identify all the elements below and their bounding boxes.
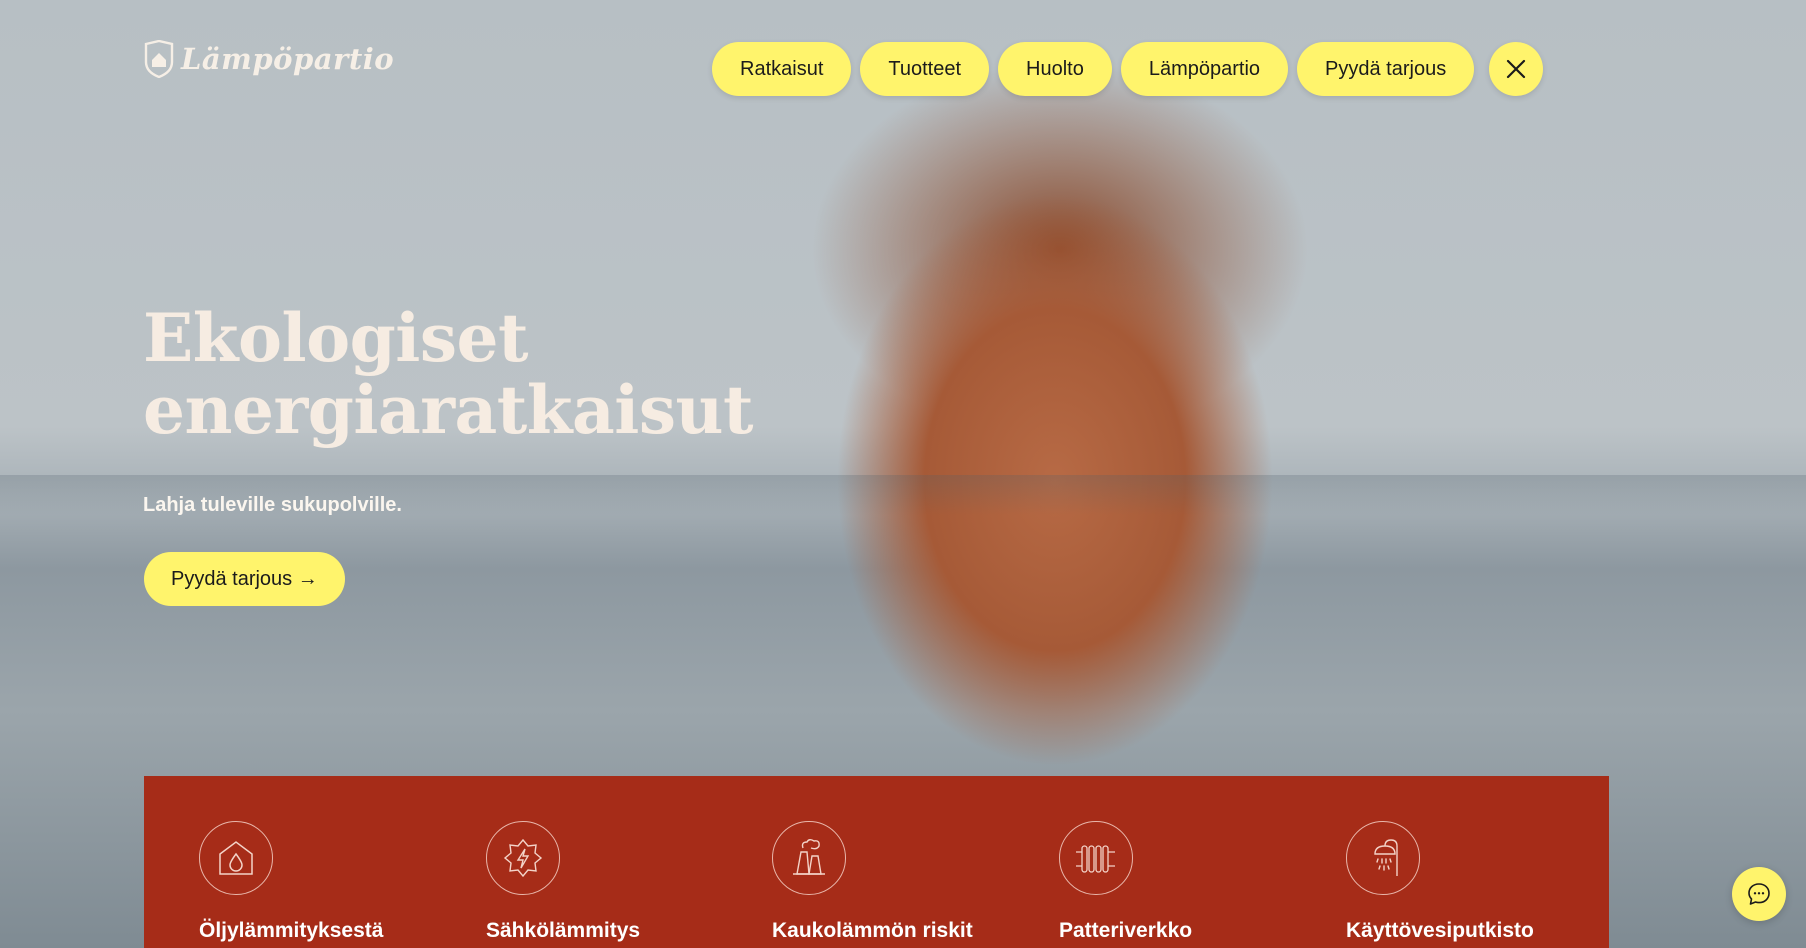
service-district-heating[interactable]: Kaukolämmön riskit (772, 821, 973, 943)
nav-item-tuotteet[interactable]: Tuotteet (860, 42, 990, 96)
service-oil-heating[interactable]: Öljylämmityksestä (199, 821, 383, 943)
service-label: Öljylämmityksestä (199, 919, 384, 942)
brand-name: Lämpöpartio (181, 42, 395, 76)
services-panel: Öljylämmityksestä Sähkölämmitys Kaukoläm… (144, 776, 1609, 948)
service-label: Sähkölämmitys (486, 919, 641, 942)
service-label: Käyttövesiputkisto (1346, 919, 1534, 942)
chat-bubble-icon (1748, 883, 1770, 905)
service-electric-heating[interactable]: Sähkölämmitys (486, 821, 640, 943)
radiator-icon (1059, 821, 1133, 895)
service-label: Patteriverkko (1059, 919, 1193, 942)
nav-item-huolto[interactable]: Huolto (998, 42, 1112, 96)
house-shield-icon (144, 40, 174, 78)
hero-headline-line-2: energiaratkaisut (143, 371, 753, 449)
oil-drop-house-icon (199, 821, 273, 895)
main-nav: Ratkaisut Tuotteet Huolto Lämpöpartio Py… (712, 42, 1544, 96)
close-menu-button[interactable] (1489, 42, 1544, 96)
shower-icon (1346, 821, 1420, 895)
request-quote-button[interactable]: Pyydä tarjous → (144, 552, 345, 606)
service-radiator-network[interactable]: Patteriverkko (1059, 821, 1192, 943)
chat-button[interactable] (1732, 867, 1786, 921)
service-label: Kaukolämmön riskit (772, 919, 973, 942)
brand-logo[interactable]: Lämpöpartio (143, 40, 394, 78)
service-domestic-water-pipes[interactable]: Käyttövesiputkisto (1346, 821, 1534, 943)
nav-item-lampopartio[interactable]: Lämpöpartio (1120, 42, 1289, 96)
hero-headline: Ekologiset energiaratkaisut (143, 302, 753, 446)
hero-subtitle: Lahja tuleville sukupolville. (143, 494, 402, 516)
nav-item-ratkaisut[interactable]: Ratkaisut (712, 42, 852, 96)
nav-item-pyyda-tarjous[interactable]: Pyydä tarjous (1297, 42, 1475, 96)
district-heating-plant-icon (772, 821, 846, 895)
close-icon (1507, 59, 1526, 79)
lightning-icon (486, 821, 560, 895)
hero-headline-line-1: Ekologiset (143, 299, 529, 377)
